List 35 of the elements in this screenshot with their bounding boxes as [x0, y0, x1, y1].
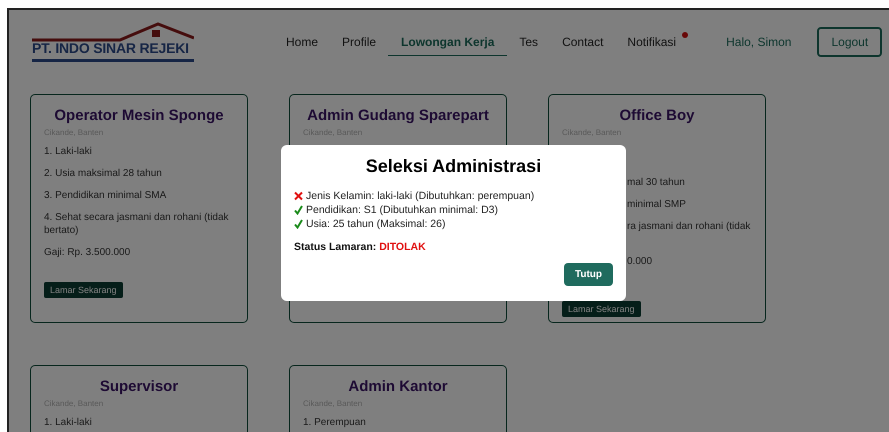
- dialog-title: Seleksi Administrasi: [364, 156, 542, 177]
- check-text: Pendidikan: S1 (Dibutuhkan minimal: D3): [306, 203, 498, 217]
- salary-text: Gaji: Rp. 3.500.000: [44, 246, 132, 259]
- status-value: DITOLAK: [379, 241, 426, 253]
- requirement-text: ra jasmani dan rohani (tidak: [627, 220, 752, 233]
- job-title: Supervisor: [98, 378, 180, 395]
- requirement-text: minimal SMP: [627, 198, 687, 211]
- logout-button[interactable]: Logout: [817, 27, 882, 57]
- nav-link[interactable]: Profile: [330, 29, 388, 55]
- nav-link[interactable]: Home: [274, 29, 330, 55]
- close-button[interactable]: Tutup: [564, 263, 613, 286]
- apply-button[interactable]: Lamar Sekarang: [562, 301, 641, 317]
- check-text: Jenis Kelamin: laki-laki (Dibutuhkan: perempuan): [306, 189, 534, 203]
- nav-link[interactable]: Lowongan Kerja: [388, 28, 508, 56]
- greeting: Halo, Simon: [726, 35, 792, 49]
- requirement-text: 4. Sehat secara jasmani dan rohani (tidak bertato): [44, 211, 230, 237]
- requirement-text: 3. Pendidikan minimal SMA: [44, 189, 168, 202]
- job-title: Admin Kantor: [347, 378, 449, 395]
- apply-button[interactable]: Lamar Sekarang: [44, 282, 123, 298]
- house-roof-icon: [32, 22, 194, 42]
- requirement-text: 1. Laki-laki: [44, 145, 93, 158]
- check-text: Usia: 25 tahun (Maksimal: 26): [306, 217, 446, 231]
- nav-link[interactable]: Contact: [550, 29, 616, 55]
- job-title: Office Boy: [618, 107, 696, 124]
- job-title: Operator Mesin Sponge: [53, 107, 225, 124]
- requirement-text: mal 30 tahun: [627, 176, 686, 189]
- salary-text: 0.000: [627, 255, 654, 268]
- nav-link[interactable]: Notifikasi: [615, 29, 688, 55]
- requirement-text: 2. Usia maksimal 28 tahun: [44, 167, 163, 180]
- status-label: Status Lamaran:: [294, 241, 376, 253]
- nav-link[interactable]: Tes: [507, 29, 550, 55]
- requirement-text: 1. Laki-laki: [44, 416, 93, 429]
- requirement-text: 1. Perempuan: [303, 416, 367, 429]
- job-title: Admin Gudang Sparepart: [306, 107, 490, 124]
- brand-name[interactable]: PT. INDO SINAR REJEKI: [32, 40, 194, 56]
